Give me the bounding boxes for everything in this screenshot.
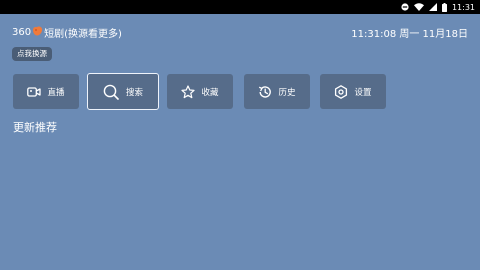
nav-search-label: 搜索 [125, 87, 143, 98]
nav-favorites-label: 收藏 [201, 87, 219, 98]
nav-favorites-button[interactable]: 收藏 [167, 74, 233, 109]
clock-date: 11:31:08 周一 11月18日 [351, 29, 468, 40]
title-prefix: 360 [12, 27, 32, 38]
title-suffix: 短剧(换源看更多) [44, 29, 122, 40]
history-icon [258, 85, 272, 99]
nav-live-button[interactable]: 直播 [13, 74, 79, 109]
shortplay-logo-icon [32, 26, 43, 39]
nav-history-button[interactable]: 历史 [244, 74, 310, 109]
battery-icon [441, 2, 447, 12]
switch-source-button[interactable]: 点我换源 [12, 47, 52, 61]
nav-search-button[interactable]: 搜索 [87, 73, 159, 110]
nav-history-label: 历史 [278, 87, 296, 98]
settings-icon [334, 84, 348, 99]
section-title-recommended: 更新推荐 [13, 121, 57, 134]
status-time: 11:31 [451, 2, 475, 12]
nav-settings-label: 设置 [354, 87, 372, 98]
search-icon [103, 84, 119, 100]
video-camera-icon [27, 86, 42, 98]
star-icon [181, 84, 196, 99]
signal-icon [428, 3, 437, 11]
nav-settings-button[interactable]: 设置 [320, 74, 386, 109]
do-not-disturb-icon [401, 3, 409, 11]
nav-live-label: 直播 [47, 87, 65, 98]
wifi-icon [413, 3, 424, 11]
page-title: 360 短剧(换源看更多) [12, 25, 122, 40]
status-bar: 11:31 [0, 0, 480, 14]
